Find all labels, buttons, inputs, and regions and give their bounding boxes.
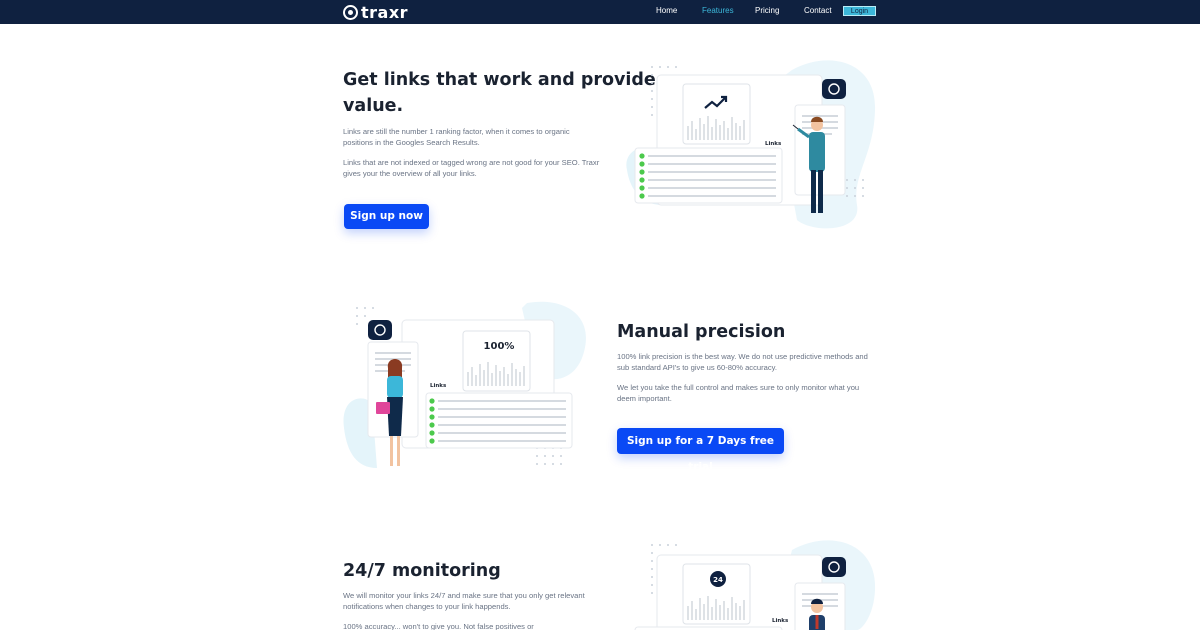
section3-title: 24/7 monitoring: [343, 561, 501, 581]
section2-p1-line1: 100% link precision is the best way. We …: [617, 352, 868, 361]
free-trial-button[interactable]: Sign up for a 7 Days free trial: [617, 428, 784, 473]
section1-p2-line1: Links that are not indexed or tagged wro…: [343, 158, 600, 167]
section2-p1-line2: sub standard API's to give us 60-80% acc…: [617, 363, 778, 372]
top-navbar: traxr Home Features Pricing Contact Logi…: [0, 0, 1200, 24]
section3-p1-line2: notifications when changes to your link …: [343, 602, 511, 611]
section2-paragraph-1: 100% link precision is the best way. We …: [617, 351, 877, 373]
section3-p2-line1: 100% accuracy... won't to give you. Not …: [343, 622, 534, 630]
section1-p1-line2: positions in the Googles Search Results.: [343, 138, 480, 147]
section1-paragraph-1: Links are still the number 1 ranking fac…: [343, 126, 603, 148]
section1-illustration: Links: [626, 60, 876, 229]
nav-link-pricing[interactable]: Pricing: [755, 6, 779, 15]
links-label-3: Links: [772, 618, 789, 624]
signup-now-button[interactable]: Sign up now: [344, 204, 429, 229]
login-button[interactable]: Login: [843, 6, 876, 16]
section1-p1-line1: Links are still the number 1 ranking fac…: [343, 127, 570, 136]
section2-p2-line2: deem important.: [617, 394, 672, 403]
section1-p2-line2: gives your the overview of all your link…: [343, 169, 477, 178]
section3-p1-line1: We will monitor your links 24/7 and make…: [343, 591, 585, 600]
links-label-1: Links: [765, 141, 782, 147]
brand-name: traxr: [361, 2, 409, 22]
brand-logo[interactable]: traxr: [343, 2, 409, 22]
links-label-2: Links: [430, 383, 447, 389]
monitoring-badge-text: 24: [713, 576, 723, 584]
section2-title: Manual precision: [617, 322, 786, 342]
section2-paragraph-2: We let you take the full control and mak…: [617, 382, 877, 404]
precision-badge-text: 100%: [484, 341, 515, 352]
section1-paragraph-2: Links that are not indexed or tagged wro…: [343, 157, 603, 179]
nav-link-features[interactable]: Features: [702, 6, 734, 15]
nav-link-home[interactable]: Home: [656, 6, 677, 15]
section3-paragraph-2: 100% accuracy... won't to give you. Not …: [343, 621, 603, 630]
section2-illustration: 100% Links: [343, 301, 586, 468]
section1-title: Get links that work and provide value.: [343, 67, 656, 119]
section3-paragraph-1: We will monitor your links 24/7 and make…: [343, 590, 603, 612]
section3-illustration: 24 Links: [634, 540, 876, 630]
traxr-logo-icon: [343, 4, 358, 20]
section2-p2-line1: We let you take the full control and mak…: [617, 383, 860, 392]
section1-title-line2: value.: [343, 96, 404, 116]
nav-link-contact[interactable]: Contact: [804, 6, 832, 15]
section1-title-line1: Get links that work and provide: [343, 70, 656, 90]
